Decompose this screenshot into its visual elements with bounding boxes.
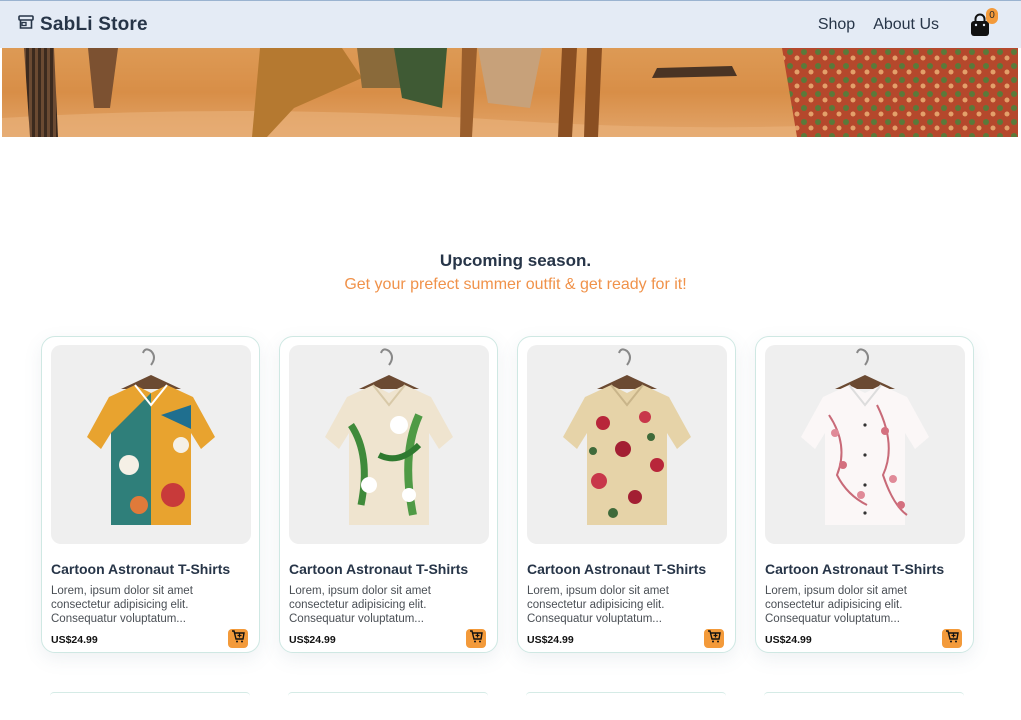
product-card[interactable]: Cartoon Astronaut T-Shirts Lorem, ipsum … — [279, 336, 498, 653]
cart-add-icon — [231, 629, 245, 648]
cart-add-icon — [707, 629, 721, 648]
product-price: US$24.99 — [527, 634, 574, 646]
product-description-line: Consequatur voluptatum... — [527, 613, 662, 625]
product-description-line: Lorem, ipsum dolor sit amet — [51, 585, 193, 597]
product-title[interactable]: Cartoon Astronaut T-Shirts — [765, 561, 944, 577]
product-card-partial[interactable] — [764, 692, 964, 696]
store-icon — [18, 14, 34, 35]
product-description-line: consectetur adipisicing elit. — [527, 599, 665, 611]
product-image[interactable] — [527, 345, 727, 544]
section-title: Upcoming season. — [439, 251, 592, 270]
product-image[interactable] — [289, 345, 489, 544]
add-to-cart-button[interactable] — [942, 629, 962, 648]
hero-banner-image — [2, 48, 1018, 137]
product-card[interactable]: Cartoon Astronaut T-Shirts Lorem, ipsum … — [41, 336, 260, 653]
product-description: Lorem, ipsum dolor sit amet consectetur … — [289, 584, 489, 626]
product-card-partial[interactable] — [50, 692, 250, 696]
product-title[interactable]: Cartoon Astronaut T-Shirts — [51, 561, 230, 577]
product-card[interactable]: Cartoon Astronaut T-Shirts Lorem, ipsum … — [755, 336, 974, 653]
product-card-partial[interactable] — [288, 692, 488, 696]
product-description-line: Lorem, ipsum dolor sit amet — [765, 585, 907, 597]
cart-add-icon — [469, 629, 483, 648]
main-nav: Shop About Us 0 — [818, 7, 998, 37]
product-card-partial[interactable] — [526, 692, 726, 696]
section-subtitle: Get your prefect summer outfit & get rea… — [344, 276, 687, 293]
product-description-line: consectetur adipisicing elit. — [765, 599, 903, 611]
product-description-line: Consequatur voluptatum... — [289, 613, 424, 625]
add-to-cart-button[interactable] — [228, 629, 248, 648]
cart-add-icon — [945, 629, 959, 648]
brand-name: SabLi Store — [40, 13, 148, 35]
product-description-line: Consequatur voluptatum... — [51, 613, 186, 625]
add-to-cart-button[interactable] — [466, 629, 486, 648]
cart-button[interactable]: 0 — [969, 7, 998, 37]
product-title[interactable]: Cartoon Astronaut T-Shirts — [289, 561, 468, 577]
product-description: Lorem, ipsum dolor sit amet consectetur … — [51, 584, 251, 626]
add-to-cart-button[interactable] — [704, 629, 724, 648]
product-description-line: consectetur adipisicing elit. — [289, 599, 427, 611]
product-price: US$24.99 — [289, 634, 336, 646]
product-image[interactable] — [51, 345, 251, 544]
product-description-line: Lorem, ipsum dolor sit amet — [289, 585, 431, 597]
product-description: Lorem, ipsum dolor sit amet consectetur … — [527, 584, 727, 626]
product-card[interactable]: Cartoon Astronaut T-Shirts Lorem, ipsum … — [517, 336, 736, 653]
top-navbar: SabLi Store Shop About Us 0 — [0, 0, 1021, 48]
brand-link[interactable]: SabLi Store — [18, 14, 148, 36]
product-image[interactable] — [765, 345, 965, 544]
product-description-line: Lorem, ipsum dolor sit amet — [527, 585, 669, 597]
shopping-bag-icon — [969, 13, 991, 41]
cart-count-badge: 0 — [986, 7, 998, 24]
product-description-line: consectetur adipisicing elit. — [51, 599, 189, 611]
product-price: US$24.99 — [51, 634, 98, 646]
product-description-line: Consequatur voluptatum... — [765, 613, 900, 625]
product-description: Lorem, ipsum dolor sit amet consectetur … — [765, 584, 965, 626]
product-title[interactable]: Cartoon Astronaut T-Shirts — [527, 561, 706, 577]
product-price: US$24.99 — [765, 634, 812, 646]
nav-link-about-us[interactable]: About Us — [873, 16, 939, 34]
nav-link-shop[interactable]: Shop — [818, 16, 855, 34]
